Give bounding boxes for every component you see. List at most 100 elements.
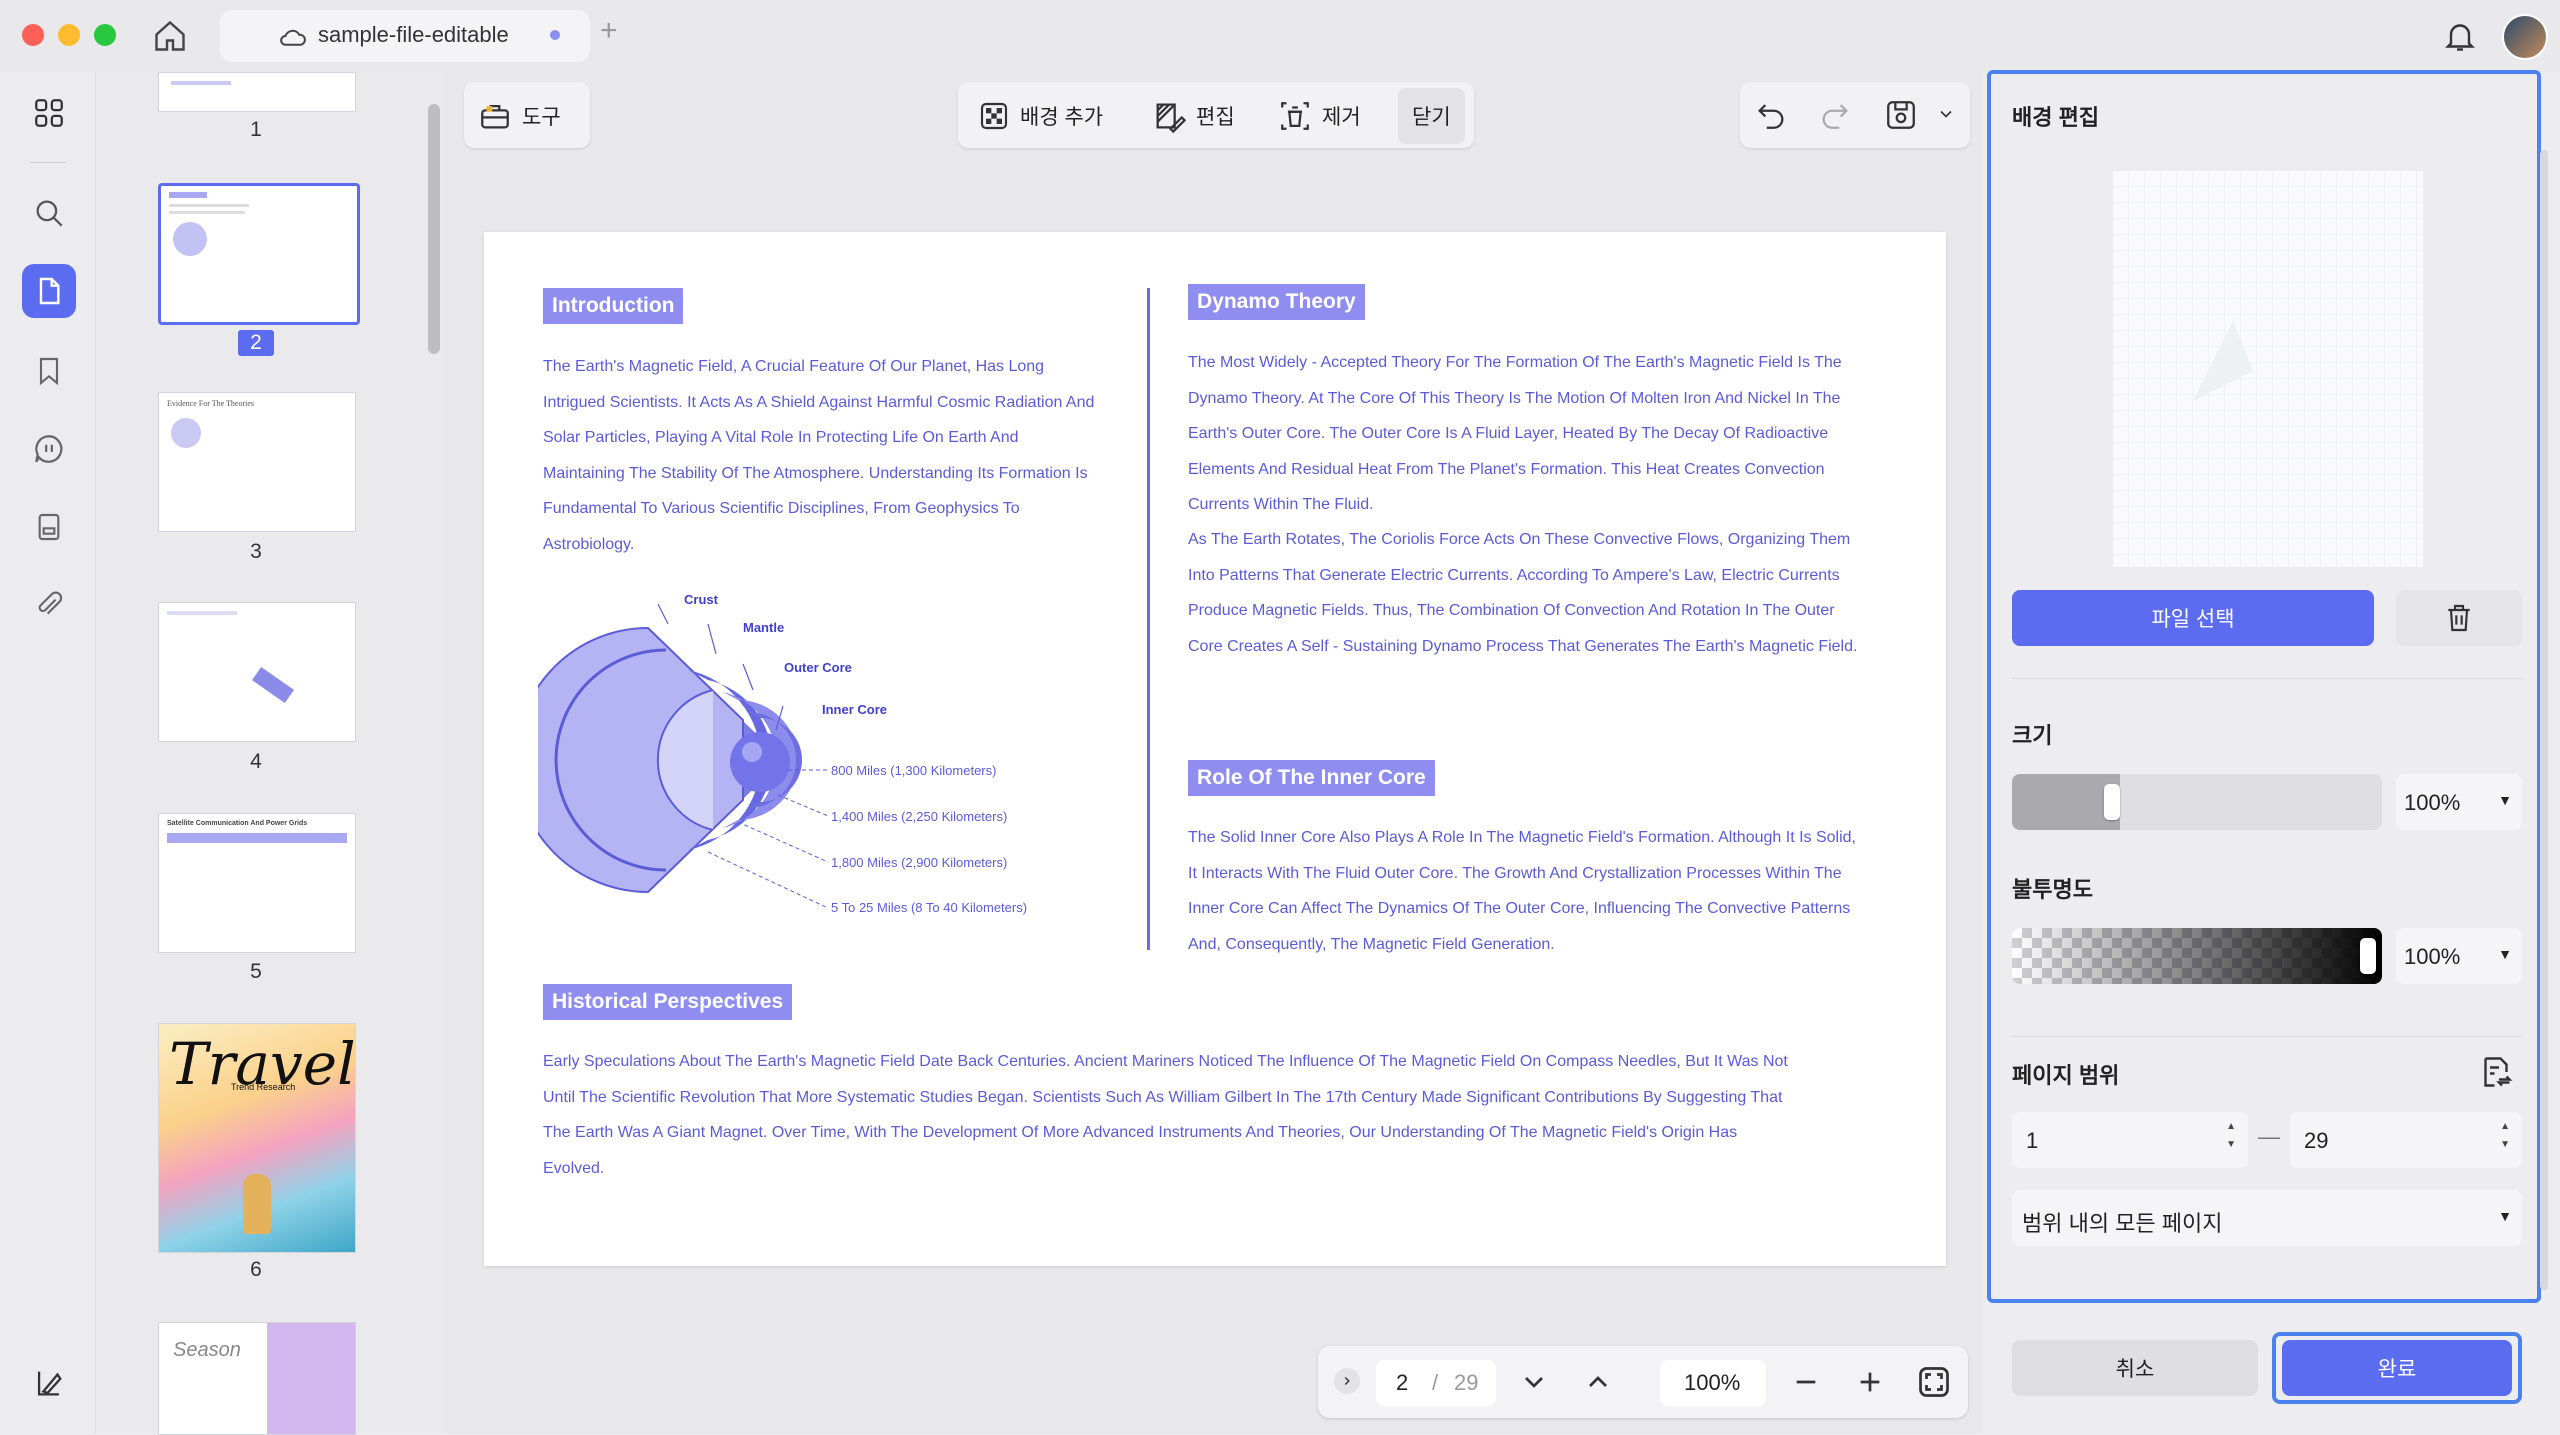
- opacity-slider[interactable]: [2012, 928, 2382, 984]
- grid-icon[interactable]: [28, 92, 70, 134]
- toolbox-icon: [481, 104, 509, 129]
- form-icon[interactable]: [28, 506, 70, 548]
- page-number-2: 2: [238, 330, 274, 356]
- depth-label-3: 1,800 Miles (2,900 Kilometers): [831, 855, 1008, 870]
- zoom-in-icon[interactable]: [1854, 1366, 1886, 1403]
- range-to-input[interactable]: 29 ▲ ▼: [2290, 1112, 2522, 1168]
- bookmark-icon[interactable]: [28, 350, 70, 392]
- depth-label-1: 800 Miles (1,300 Kilometers): [831, 763, 997, 778]
- opacity-slider-handle[interactable]: [2360, 938, 2376, 974]
- page-icon[interactable]: [22, 264, 76, 318]
- panel-scrollbar[interactable]: [2540, 150, 2548, 1290]
- size-label: 크기: [2012, 723, 2053, 748]
- thumbnail-scrollbar[interactable]: [428, 104, 440, 354]
- add-background-button[interactable]: 배경 추가: [964, 88, 1117, 144]
- current-page-input[interactable]: 2: [1396, 1370, 1408, 1396]
- trash-icon: [2448, 604, 2470, 632]
- checker-icon: [980, 102, 1008, 130]
- minimize-window-button[interactable]: [58, 24, 80, 46]
- inner-core-heading: Role Of The Inner Core: [1188, 760, 1435, 796]
- outer-core-label: Outer Core: [784, 660, 852, 675]
- page-range-swap-icon[interactable]: [2478, 1054, 2514, 1095]
- size-select[interactable]: 100% ▼: [2396, 774, 2522, 830]
- delete-background-button[interactable]: [2396, 590, 2522, 646]
- thumbnail-page-4[interactable]: [158, 602, 356, 742]
- depth-label-4: 5 To 25 Miles (8 To 40 Kilometers): [831, 900, 1028, 915]
- mantle-label: Mantle: [743, 620, 785, 635]
- tool-button[interactable]: 도구: [464, 88, 575, 144]
- previous-page-icon[interactable]: [1582, 1366, 1614, 1403]
- done-button[interactable]: 완료: [2282, 1340, 2512, 1396]
- thumbnail-page-3[interactable]: Evidence For The Theories: [158, 392, 356, 532]
- panel-title: 배경 편집: [2012, 105, 2100, 130]
- size-slider-handle[interactable]: [2103, 784, 2120, 820]
- next-page-icon[interactable]: [1518, 1366, 1550, 1403]
- column-divider: [1147, 288, 1150, 950]
- opacity-dropdown-icon: ▼: [2498, 946, 2512, 962]
- page-number-1: 1: [250, 118, 262, 141]
- historical-perspectives-heading: Historical Perspectives: [543, 984, 793, 1020]
- attachment-icon[interactable]: [28, 584, 70, 626]
- dynamo-theory-text: The Most Widely - Accepted Theory For Th…: [1188, 354, 1842, 513]
- background-toolbar: 배경 추가 편집 제거 닫기: [958, 82, 1474, 148]
- layers-icon[interactable]: [28, 1362, 70, 1404]
- new-tab-icon[interactable]: +: [600, 14, 618, 48]
- home-icon[interactable]: [152, 18, 188, 59]
- thumbnail-page-5[interactable]: Satellite Communication And Power Grids: [158, 813, 356, 953]
- page-number-3: 3: [250, 540, 262, 563]
- zoom-out-icon[interactable]: [1790, 1366, 1822, 1403]
- zoom-window-button[interactable]: [94, 24, 116, 46]
- undo-icon[interactable]: [1754, 98, 1788, 137]
- close-background-button[interactable]: 닫기: [1398, 88, 1465, 144]
- page-number-4: 4: [250, 750, 262, 773]
- dynamo-theory-heading: Dynamo Theory: [1188, 284, 1365, 320]
- remove-background-button[interactable]: 제거: [1264, 88, 1375, 144]
- background-preview: [2112, 170, 2424, 568]
- inner-core-label: Inner Core: [822, 702, 888, 717]
- introduction-heading: Introduction: [543, 288, 684, 324]
- thumbnail-page-2[interactable]: [158, 183, 360, 325]
- comment-icon[interactable]: [28, 428, 70, 470]
- bell-icon[interactable]: [2442, 18, 2478, 59]
- size-dropdown-icon: ▼: [2498, 792, 2512, 808]
- history-toolbar: [1740, 82, 1970, 148]
- range-from-stepper-icon[interactable]: ▲ ▼: [2226, 1118, 2236, 1154]
- choose-file-button[interactable]: 파일 선택: [2012, 590, 2374, 646]
- dynamo-theory-text-2: As The Earth Rotates, The Coriolis Force…: [1188, 531, 1858, 655]
- size-slider[interactable]: [2012, 774, 2382, 830]
- save-icon[interactable]: [1884, 98, 1918, 137]
- thumbnail-page-6[interactable]: Travel Trend Research: [158, 1023, 356, 1253]
- save-menu-chevron-icon[interactable]: [1936, 104, 1956, 129]
- page-range-dropdown-icon: ▼: [2498, 1208, 2512, 1224]
- range-to-stepper-icon[interactable]: ▲ ▼: [2500, 1118, 2510, 1154]
- range-from-input[interactable]: 1 ▲ ▼: [2012, 1112, 2248, 1168]
- thumbnail-page-1[interactable]: [158, 72, 356, 112]
- grid-pattern-icon: [2113, 171, 2423, 567]
- size-value: 100%: [2404, 790, 2461, 815]
- crust-label: Crust: [684, 592, 718, 607]
- thumbnail-page-7[interactable]: Season: [158, 1322, 356, 1435]
- collapse-icon[interactable]: [1334, 1368, 1360, 1394]
- page-range-mode-select[interactable]: 범위 내의 모든 페이지 ▼: [2012, 1190, 2522, 1246]
- page-number-5: 5: [250, 960, 262, 983]
- depth-label-2: 1,400 Miles (2,250 Kilometers): [831, 809, 1008, 824]
- cancel-button[interactable]: 취소: [2012, 1340, 2258, 1396]
- opacity-select[interactable]: 100% ▼: [2396, 928, 2522, 984]
- close-window-button[interactable]: [22, 24, 44, 46]
- opacity-gradient: [2012, 928, 2382, 984]
- cloud-icon: [278, 22, 308, 55]
- edit-background-button[interactable]: 편집: [1138, 88, 1249, 144]
- edit-pattern-icon: [1156, 103, 1186, 133]
- tab-title: sample-file-editable: [318, 22, 509, 47]
- fit-page-icon[interactable]: [1916, 1364, 1952, 1405]
- redo-icon[interactable]: [1818, 98, 1852, 137]
- range-dash: —: [2258, 1124, 2280, 1149]
- search-icon[interactable]: [28, 192, 70, 234]
- zoom-level[interactable]: 100%: [1684, 1370, 1740, 1396]
- panel-divider: [2012, 678, 2522, 679]
- avatar[interactable]: [2502, 14, 2548, 60]
- page-range-mode-value: 범위 내의 모든 페이지: [2022, 1211, 2223, 1236]
- page-number-6: 6: [250, 1258, 262, 1281]
- inner-core-text: The Solid Inner Core Also Plays A Role I…: [1188, 829, 1856, 953]
- panel-divider-2: [2012, 1036, 2522, 1037]
